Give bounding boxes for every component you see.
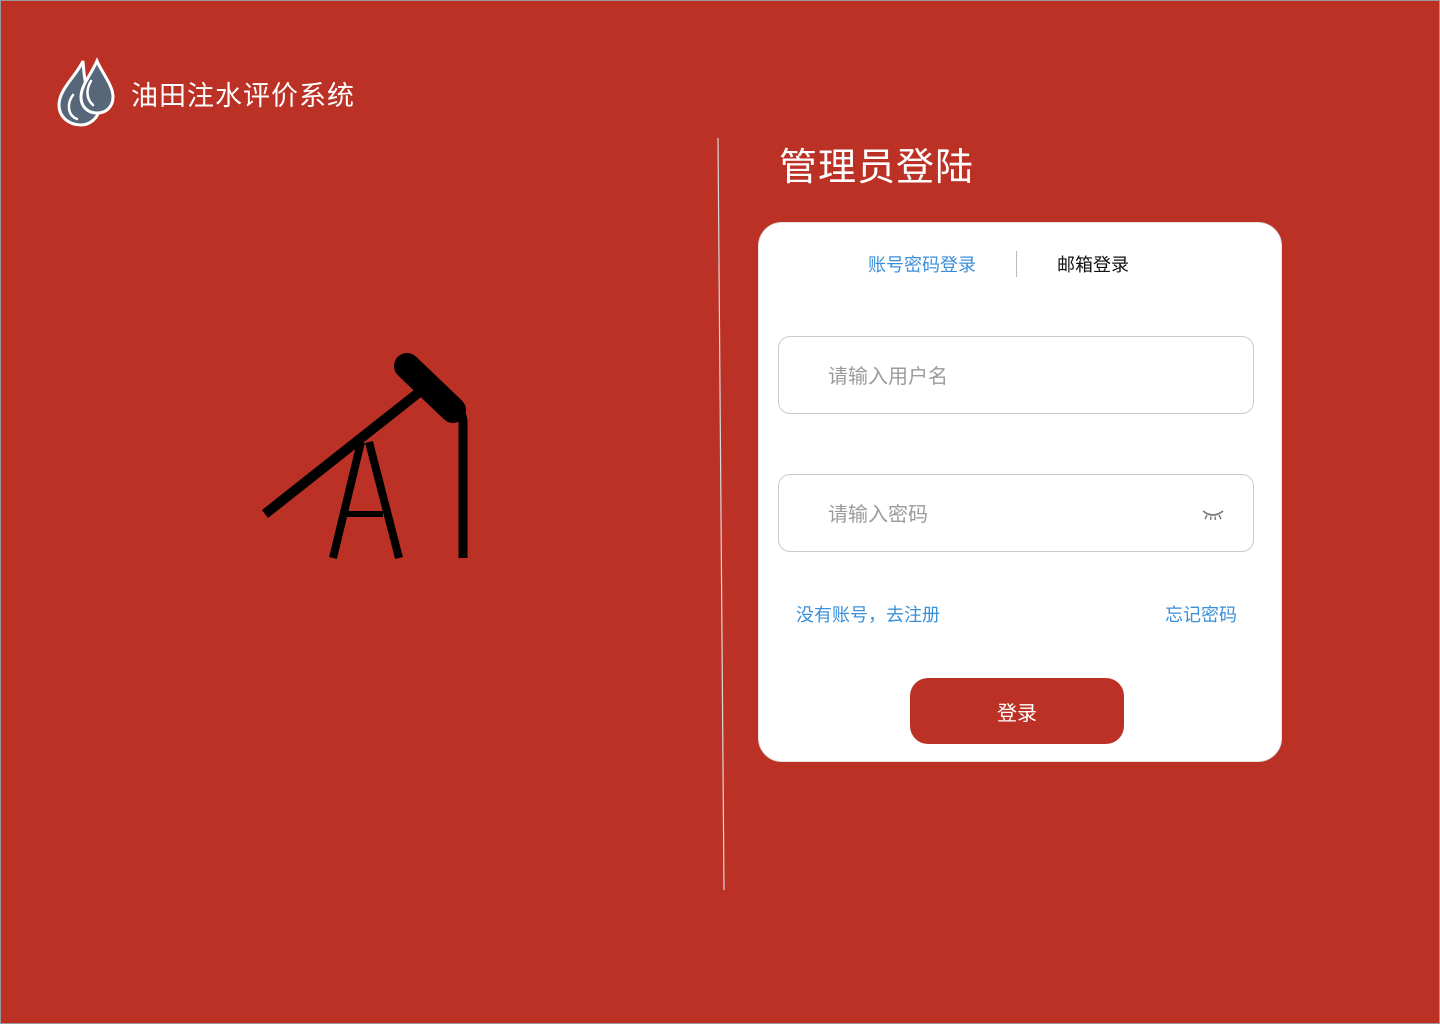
brand-header: 油田注水评价系统 <box>55 57 355 129</box>
tab-account-password-login[interactable]: 账号密码登录 <box>868 251 976 281</box>
vertical-divider <box>717 138 725 890</box>
login-card: 账号密码登录 邮箱登录 没有账号，去注册 忘记密码 登录 <box>758 222 1282 762</box>
username-input[interactable] <box>826 337 1190 415</box>
tab-separator <box>1016 251 1017 277</box>
tab-email-login[interactable]: 邮箱登录 <box>1057 251 1129 281</box>
password-field <box>778 474 1254 553</box>
username-field <box>778 336 1254 415</box>
app-title: 油田注水评价系统 <box>131 80 355 112</box>
login-tabs: 账号密码登录 邮箱登录 <box>759 251 1281 281</box>
forgot-password-link[interactable]: 忘记密码 <box>1165 603 1237 629</box>
login-title: 管理员登陆 <box>779 145 975 189</box>
oil-pump-jack-icon <box>261 353 468 560</box>
password-input[interactable] <box>826 475 1190 553</box>
login-page: 油田注水评价系统 管理员登陆 账号密码登录 邮箱登录 请输入用户名 没有账号，去… <box>0 0 1440 1024</box>
login-button[interactable]: 登录 <box>910 678 1124 744</box>
water-drops-icon <box>57 57 115 127</box>
register-link[interactable]: 没有账号，去注册 <box>796 603 940 629</box>
eye-closed-icon[interactable] <box>1201 509 1225 521</box>
